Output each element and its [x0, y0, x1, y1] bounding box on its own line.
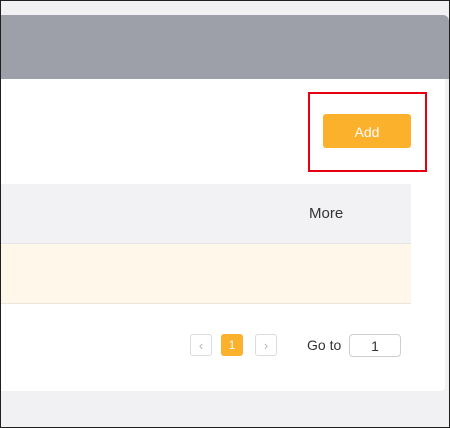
app-frame: Add More ‹ 1 › Go to [0, 0, 450, 428]
table-row[interactable] [1, 244, 411, 304]
content-card: Add More ‹ 1 › Go to [1, 79, 445, 391]
chevron-right-icon[interactable]: › [255, 334, 277, 356]
goto-label: Go to [307, 337, 342, 353]
add-button[interactable]: Add [323, 114, 411, 148]
pagination: ‹ 1 › Go to [1, 334, 445, 358]
page-number-current[interactable]: 1 [221, 334, 243, 356]
goto-page-input[interactable] [349, 334, 401, 357]
column-header-more: More [309, 205, 344, 222]
table-header: More [1, 184, 411, 244]
header-bar [1, 15, 449, 79]
chevron-left-icon[interactable]: ‹ [190, 334, 212, 356]
